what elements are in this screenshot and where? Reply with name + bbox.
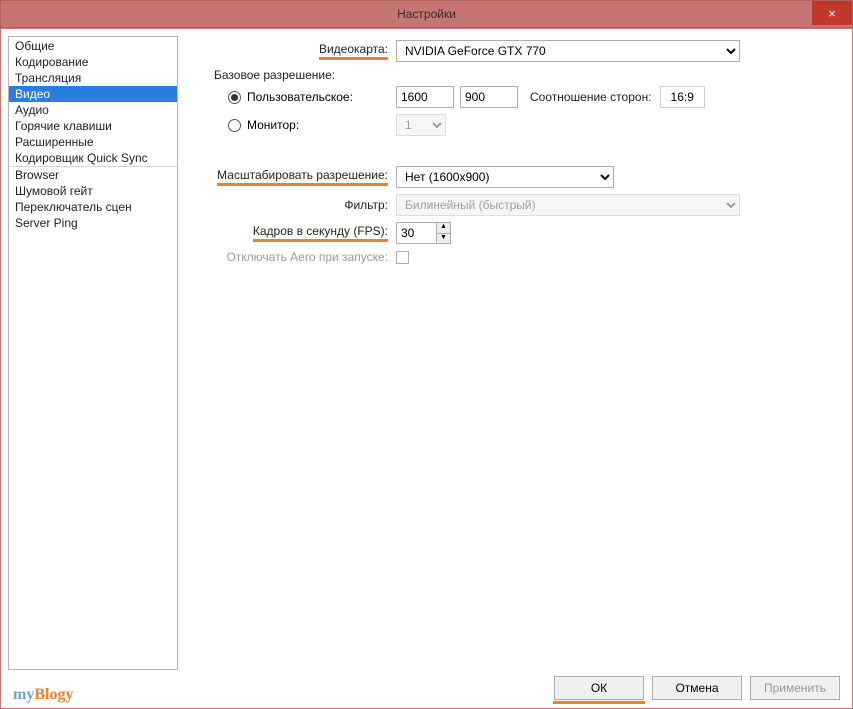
- height-input[interactable]: [460, 86, 518, 108]
- settings-panel: Видеокарта: NVIDIA GeForce GTX 770 Базов…: [178, 36, 845, 670]
- label-custom: Пользовательское:: [247, 90, 353, 104]
- close-button[interactable]: ×: [812, 1, 852, 25]
- close-icon: ×: [828, 6, 836, 21]
- sidebar-item[interactable]: Кодирование: [9, 54, 177, 70]
- width-input[interactable]: [396, 86, 454, 108]
- sidebar-item[interactable]: Горячие клавиши: [9, 118, 177, 134]
- radio-custom[interactable]: [228, 91, 241, 104]
- radio-monitor[interactable]: [228, 119, 241, 132]
- sidebar-item[interactable]: Аудио: [9, 102, 177, 118]
- fps-spinner[interactable]: ▲ ▼: [396, 222, 451, 244]
- label-aspect: Соотношение сторон:: [530, 90, 652, 104]
- fps-input[interactable]: [396, 222, 436, 244]
- label-videocard: Видеокарта:: [319, 42, 388, 60]
- dialog-buttons: ОК Отмена Применить: [554, 676, 840, 700]
- sidebar-item[interactable]: Browser: [9, 167, 177, 183]
- apply-button: Применить: [750, 676, 840, 700]
- sidebar-item[interactable]: Общие: [9, 38, 177, 54]
- label-filter: Фильтр:: [344, 198, 388, 212]
- sidebar-item[interactable]: Расширенные: [9, 134, 177, 150]
- watermark: myBlogy: [13, 686, 73, 704]
- aspect-value: 16:9: [660, 86, 705, 108]
- label-scale-resolution: Масштабировать разрешение:: [217, 168, 388, 186]
- sidebar-item[interactable]: Видео: [9, 86, 177, 102]
- label-monitor: Монитор:: [247, 118, 299, 132]
- sidebar-item[interactable]: Server Ping: [9, 215, 177, 231]
- window-title: Настройки: [397, 7, 456, 21]
- disable-aero-checkbox[interactable]: [396, 251, 409, 264]
- fps-up-button[interactable]: ▲: [436, 222, 451, 233]
- sidebar-item[interactable]: Переключатель сцен: [9, 199, 177, 215]
- label-fps: Кадров в секунду (FPS):: [253, 224, 388, 242]
- sidebar-item[interactable]: Кодировщик Quick Sync: [9, 150, 177, 167]
- scale-resolution-select[interactable]: Нет (1600x900): [396, 166, 614, 188]
- ok-button[interactable]: ОК: [554, 676, 644, 700]
- fps-down-button[interactable]: ▼: [436, 233, 451, 244]
- monitor-select: 1: [396, 114, 446, 136]
- highlight-underline: [553, 701, 645, 704]
- sidebar-item[interactable]: Трансляция: [9, 70, 177, 86]
- videocard-select[interactable]: NVIDIA GeForce GTX 770: [396, 40, 740, 62]
- cancel-button[interactable]: Отмена: [652, 676, 742, 700]
- sidebar-item[interactable]: Шумовой гейт: [9, 183, 177, 199]
- label-disable-aero: Отключать Aero при запуске:: [226, 250, 388, 264]
- label-base-resolution: Базовое разрешение:: [214, 68, 825, 82]
- titlebar: Настройки ×: [0, 0, 853, 28]
- filter-select: Билинейный (быстрый): [396, 194, 740, 216]
- category-list[interactable]: ОбщиеКодированиеТрансляцияВидеоАудиоГоря…: [8, 36, 178, 670]
- client-area: ОбщиеКодированиеТрансляцияВидеоАудиоГоря…: [0, 28, 853, 709]
